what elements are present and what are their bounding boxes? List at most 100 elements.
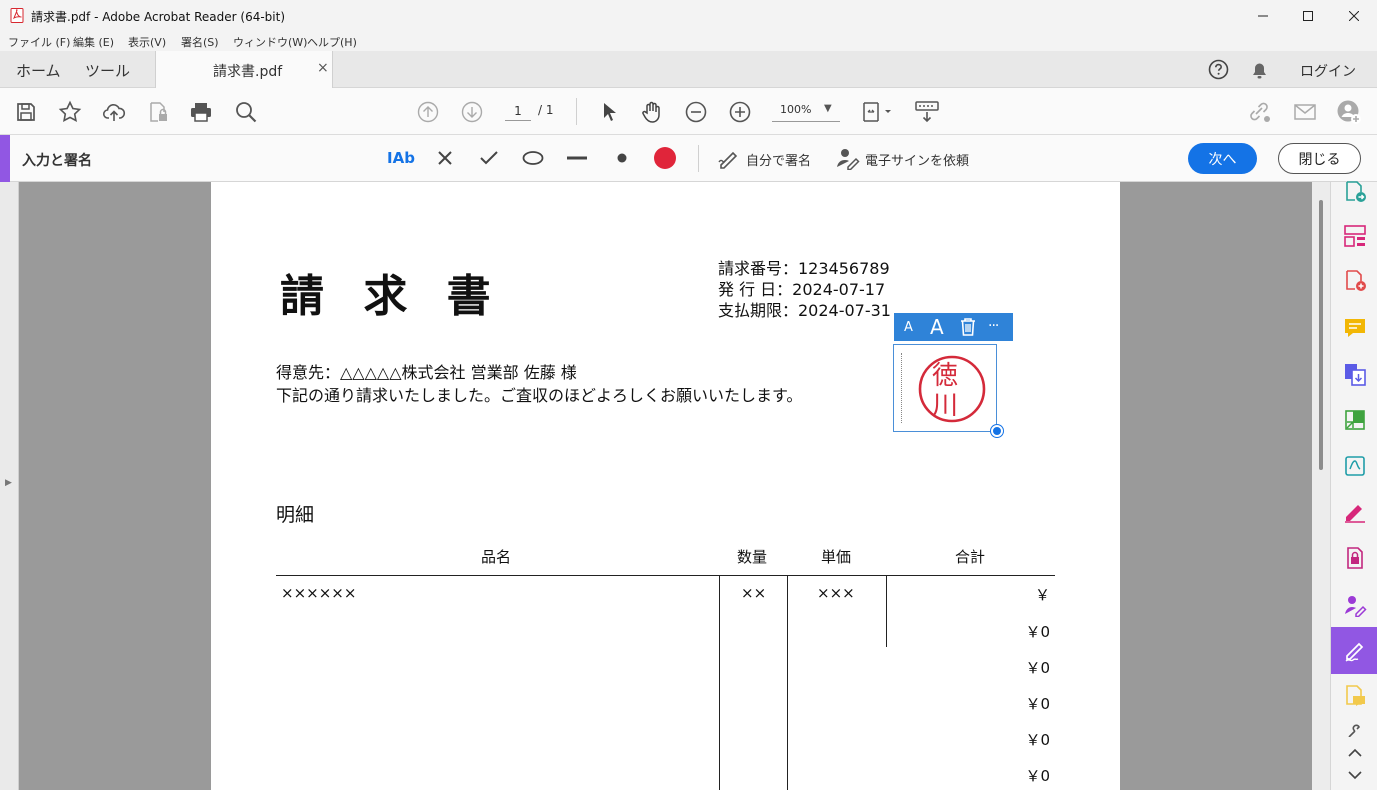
table-cell-total: ￥0 bbox=[1025, 659, 1050, 677]
window-title: 請求書.pdf - Adobe Acrobat Reader (64-bit) bbox=[31, 10, 286, 24]
cross-mark-icon[interactable] bbox=[433, 145, 457, 171]
page-total: / 1 bbox=[538, 103, 554, 117]
table-column-divider bbox=[787, 575, 788, 790]
menu-help[interactable]: ヘルプ(H) bbox=[307, 34, 357, 50]
left-panel-toggle[interactable]: ▶ bbox=[0, 182, 19, 790]
protect-icon[interactable] bbox=[1342, 545, 1368, 571]
convert-icon[interactable] bbox=[1342, 453, 1368, 479]
table-cell-price: ××× bbox=[817, 584, 855, 602]
cloud-upload-icon[interactable] bbox=[101, 99, 127, 125]
page-down-icon[interactable] bbox=[459, 99, 485, 125]
minimize-button[interactable] bbox=[1240, 0, 1286, 31]
resize-handle[interactable] bbox=[991, 425, 1003, 437]
scroll-up-chevron-icon[interactable] bbox=[1342, 743, 1368, 761]
fill-sign-mode-label: 入力と署名 bbox=[22, 153, 92, 169]
export-pdf-icon[interactable] bbox=[1342, 179, 1368, 205]
tab-document[interactable]: 請求書.pdf × bbox=[155, 51, 333, 88]
add-user-icon[interactable] bbox=[1336, 99, 1362, 125]
vertical-scrollbar[interactable] bbox=[1312, 182, 1330, 790]
organize-pages-icon[interactable] bbox=[1342, 223, 1368, 249]
maximize-button[interactable] bbox=[1285, 0, 1331, 31]
close-button[interactable]: 閉じる bbox=[1278, 143, 1361, 174]
scroll-down-chevron-icon[interactable] bbox=[1342, 766, 1368, 784]
text-cursor-guide bbox=[901, 353, 902, 423]
menu-file[interactable]: ファイル (F) bbox=[8, 34, 70, 50]
request-esign-button[interactable]: 電子サインを依頼 bbox=[865, 150, 969, 169]
stamp-char-2: 川 bbox=[932, 391, 959, 421]
more-tools-icon[interactable] bbox=[1342, 723, 1368, 737]
trash-icon[interactable] bbox=[959, 317, 977, 337]
column-header-qty: 数量 bbox=[737, 548, 768, 566]
add-text-tool[interactable]: IAb bbox=[387, 145, 415, 171]
section-heading: 明細 bbox=[276, 504, 315, 526]
hand-icon[interactable] bbox=[639, 99, 665, 125]
comment-icon[interactable] bbox=[1342, 315, 1368, 341]
tab-home[interactable]: ホーム bbox=[16, 60, 61, 81]
sign-yourself-button[interactable]: 自分で署名 bbox=[746, 150, 811, 169]
tab-tools[interactable]: ツール bbox=[85, 60, 130, 81]
expand-right-icon: ▶ bbox=[5, 478, 12, 488]
zoom-value: 100% bbox=[780, 103, 812, 116]
fill-sign-tool-active[interactable] bbox=[1331, 627, 1377, 674]
compress-icon[interactable] bbox=[1342, 407, 1368, 433]
check-mark-icon[interactable] bbox=[477, 145, 501, 171]
menu-view[interactable]: 表示(V) bbox=[128, 34, 166, 50]
ellipse-icon[interactable] bbox=[520, 145, 546, 171]
tab-close-icon[interactable]: × bbox=[317, 60, 329, 76]
search-zoom-icon[interactable] bbox=[233, 99, 259, 125]
menu-window[interactable]: ウィンドウ(W) bbox=[233, 34, 307, 50]
zoom-select[interactable]: 100% ▼ bbox=[772, 100, 840, 122]
fit-page-icon[interactable] bbox=[860, 99, 896, 125]
table-column-divider bbox=[719, 575, 720, 790]
table-cell-qty: ×× bbox=[741, 584, 767, 602]
line-icon[interactable] bbox=[564, 145, 590, 171]
zoom-out-icon[interactable] bbox=[683, 99, 709, 125]
tools-pane bbox=[1330, 179, 1377, 790]
color-picker-icon[interactable] bbox=[651, 145, 679, 171]
print-icon[interactable] bbox=[188, 99, 214, 125]
document-viewport[interactable]: ▶ 請 求 書 請求番号：123456789 発 行 日：2024-07-17 … bbox=[0, 182, 1330, 790]
save-icon[interactable] bbox=[13, 99, 39, 125]
login-link[interactable]: ログイン bbox=[1300, 61, 1356, 81]
decrease-size-button[interactable]: A bbox=[904, 320, 913, 335]
edit-pdf-icon[interactable] bbox=[1342, 499, 1368, 525]
invoice-title: 請 求 書 bbox=[280, 271, 503, 322]
combine-files-icon[interactable] bbox=[1342, 361, 1368, 387]
message-line: 下記の通り請求いたしました。ご査収のほどよろしくお願いいたします。 bbox=[276, 386, 803, 405]
stamp-annotation[interactable]: 徳 川 bbox=[893, 344, 997, 432]
increase-size-button[interactable]: A bbox=[930, 315, 944, 339]
scroll-mode-icon[interactable] bbox=[914, 99, 940, 125]
request-signature-icon[interactable] bbox=[1342, 592, 1368, 618]
acrobat-pdf-icon bbox=[10, 8, 24, 23]
star-icon[interactable] bbox=[57, 99, 83, 125]
create-pdf-icon[interactable] bbox=[1342, 268, 1368, 294]
share-link-icon[interactable] bbox=[1247, 99, 1273, 125]
menu-sign[interactable]: 署名(S) bbox=[181, 34, 219, 50]
pdf-page: 請 求 書 請求番号：123456789 発 行 日：2024-07-17 支払… bbox=[211, 182, 1120, 790]
column-header-item: 品名 bbox=[481, 548, 512, 566]
close-window-button[interactable] bbox=[1331, 0, 1377, 31]
toolbar-divider bbox=[576, 98, 577, 125]
table-header-rule bbox=[276, 575, 1055, 576]
column-header-price: 単価 bbox=[821, 548, 852, 566]
request-esign-icon[interactable] bbox=[834, 145, 862, 171]
annotation-toolbar: A A ··· bbox=[894, 313, 1013, 341]
chevron-down-icon: ▼ bbox=[824, 103, 832, 114]
next-button[interactable]: 次へ bbox=[1188, 143, 1257, 174]
lock-document-icon[interactable] bbox=[145, 99, 171, 125]
title-bar: 請求書.pdf - Adobe Acrobat Reader (64-bit) bbox=[0, 0, 1377, 31]
more-options-icon[interactable]: ··· bbox=[988, 318, 999, 334]
help-icon[interactable] bbox=[1208, 59, 1229, 80]
sign-pen-icon[interactable] bbox=[716, 145, 742, 171]
menu-edit[interactable]: 編集 (E) bbox=[73, 34, 114, 50]
notification-bell-icon[interactable] bbox=[1250, 60, 1269, 80]
column-header-total: 合計 bbox=[955, 548, 986, 566]
mail-icon[interactable] bbox=[1292, 99, 1318, 125]
scrollbar-thumb[interactable] bbox=[1319, 200, 1323, 470]
send-comments-icon[interactable] bbox=[1342, 683, 1368, 709]
dot-icon[interactable] bbox=[610, 145, 634, 171]
select-cursor-icon[interactable] bbox=[595, 99, 621, 125]
page-number-input[interactable] bbox=[505, 101, 531, 121]
page-up-icon[interactable] bbox=[415, 99, 441, 125]
zoom-in-icon[interactable] bbox=[727, 99, 753, 125]
